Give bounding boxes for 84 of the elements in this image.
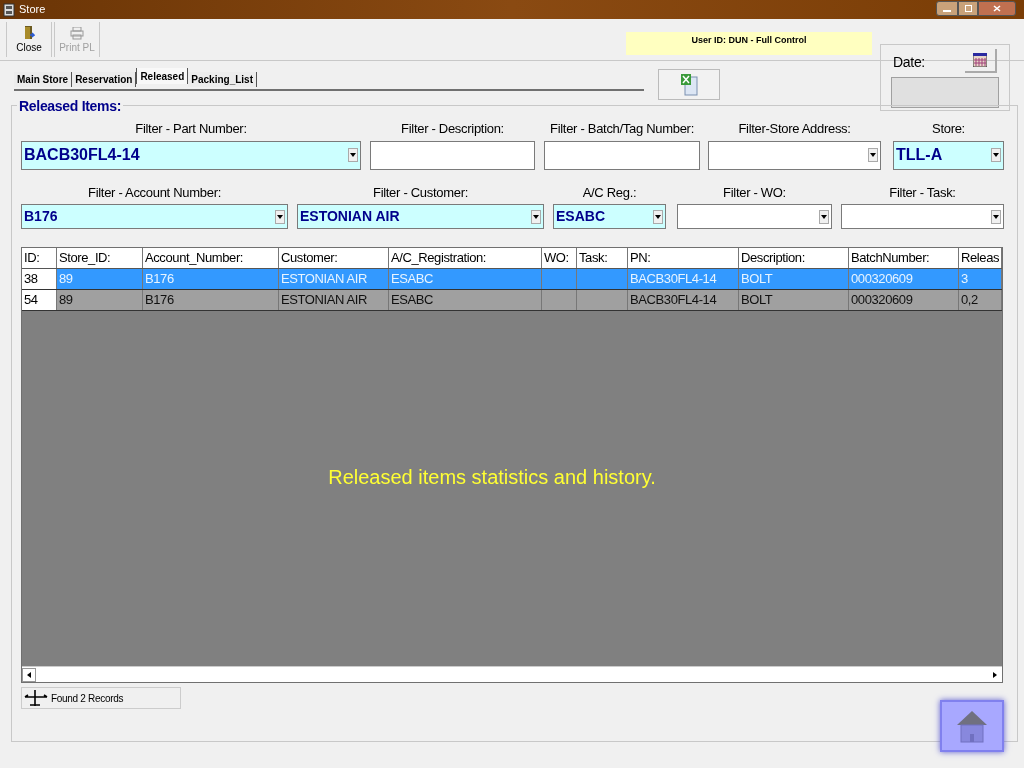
restore-button[interactable] (958, 1, 978, 16)
table-cell-text: 3 (960, 270, 969, 288)
filter-dropdown[interactable] (677, 204, 832, 229)
table-cell-text: B176 (144, 270, 175, 288)
filter-dropdown[interactable] (708, 140, 881, 170)
tab[interactable]: Reservation (72, 72, 137, 87)
overlay-text: Released items statistics and history. (328, 464, 656, 490)
tab[interactable]: Released (136, 68, 189, 84)
filter-dropdown[interactable]: TLL-A (893, 140, 1004, 170)
filter-dropdown[interactable] (841, 204, 1004, 229)
app-icon (3, 2, 15, 17)
table-cell-text: BOLT (740, 291, 774, 309)
date-field[interactable] (891, 77, 999, 108)
table-cell-text: 89 (58, 291, 74, 309)
filter-label: Filter - WO: (723, 183, 786, 202)
minimize-button[interactable] (936, 1, 958, 16)
user-info: User ID: DUN - Full Control (626, 32, 872, 55)
filter-label: Filter - Customer: (373, 183, 468, 202)
airplane-icon (23, 688, 49, 708)
caret-icon (868, 148, 878, 162)
filter-input[interactable] (544, 140, 700, 170)
tab[interactable]: Packing_List (188, 72, 257, 87)
close-icon[interactable] (978, 1, 1016, 16)
filter-input[interactable] (370, 140, 535, 170)
toolbar-button[interactable]: Close (6, 22, 52, 57)
table-cell-text: ESABC (390, 270, 435, 288)
caret-icon (991, 148, 1001, 162)
table-cell-text: BOLT (740, 270, 774, 288)
tab[interactable]: Main Store (14, 72, 73, 87)
table-row[interactable]: 38 89 B176 ESTONIAN AIR ESABC BACB30FL4-14 BOLT 000320609 3 (22, 269, 1002, 290)
scroll-left-icon[interactable] (22, 667, 36, 682)
printer-icon (70, 27, 84, 40)
filter-label: Store: (932, 120, 965, 138)
column-header[interactable]: Customer: (279, 248, 389, 268)
filter-label: Filter - Part Number: (135, 120, 247, 138)
table-cell-text: ESTONIAN AIR (280, 291, 368, 309)
horizontal-scrollbar[interactable] (22, 666, 1002, 682)
column-header[interactable]: A/C_Registration: (389, 248, 542, 268)
table-cell-text: 000320609 (850, 270, 914, 288)
column-header[interactable]: Releas (959, 248, 1002, 268)
column-header[interactable]: Account_Number: (143, 248, 279, 268)
table-cell-text: BACB30FL4-14 (629, 291, 718, 309)
filter-dropdown[interactable]: BACB30FL4-14 (21, 140, 361, 170)
column-header[interactable]: Store_ID: (57, 248, 143, 268)
filter-label: Filter-Store Address: (738, 120, 851, 138)
table-cell-text: BACB30FL4-14 (629, 270, 718, 288)
table-cell-text: ESABC (390, 291, 435, 309)
caret-icon (348, 148, 358, 162)
caret-icon (653, 209, 663, 224)
column-header[interactable]: PN: (628, 248, 739, 268)
table-cell-text: 54 (23, 291, 39, 309)
filter-label: Filter - Account Number: (88, 183, 221, 202)
status-text: Found 2 Records (51, 691, 124, 706)
column-header[interactable]: ID: (22, 248, 57, 268)
date-label: Date: (893, 53, 925, 72)
table-cell-text: 38 (23, 270, 39, 288)
calendar-button[interactable] (965, 48, 997, 73)
table-cell-text: 0,2 (960, 291, 979, 309)
caret-icon (531, 209, 541, 224)
filter-label: Filter - Description: (401, 120, 504, 138)
column-header[interactable]: BatchNumber: (849, 248, 959, 268)
filter-label: Filter - Task: (889, 183, 956, 202)
filter-dropdown[interactable]: ESABC (553, 204, 666, 229)
home-button[interactable] (940, 700, 1004, 752)
filter-dropdown[interactable]: ESTONIAN AIR (297, 204, 544, 229)
filter-dropdown[interactable]: B176 (21, 204, 288, 229)
column-header[interactable]: Description: (739, 248, 849, 268)
table-row[interactable]: 54 89 B176 ESTONIAN AIR ESABC BACB30FL4-14 BOLT 000320609 0,2 (22, 290, 1002, 311)
column-header[interactable]: WO: (542, 248, 577, 268)
filter-label: A/C Reg.: (582, 183, 637, 202)
filter-label: Filter - Batch/Tag Number: (550, 120, 694, 138)
calendar-icon (973, 52, 987, 67)
table-cell-text: B176 (144, 291, 175, 309)
table-cell-text: 000320609 (850, 291, 914, 309)
door-icon (23, 26, 35, 40)
caret-icon (275, 209, 285, 224)
spreadsheet-icon (680, 73, 698, 96)
window-title: Store (19, 2, 46, 18)
column-header[interactable]: Task: (577, 248, 628, 268)
table-cell-text: ESTONIAN AIR (280, 270, 368, 288)
table-cell-text: 89 (58, 270, 74, 288)
export-button[interactable] (658, 69, 720, 100)
caret-icon (991, 209, 1001, 224)
caret-icon (819, 209, 829, 224)
